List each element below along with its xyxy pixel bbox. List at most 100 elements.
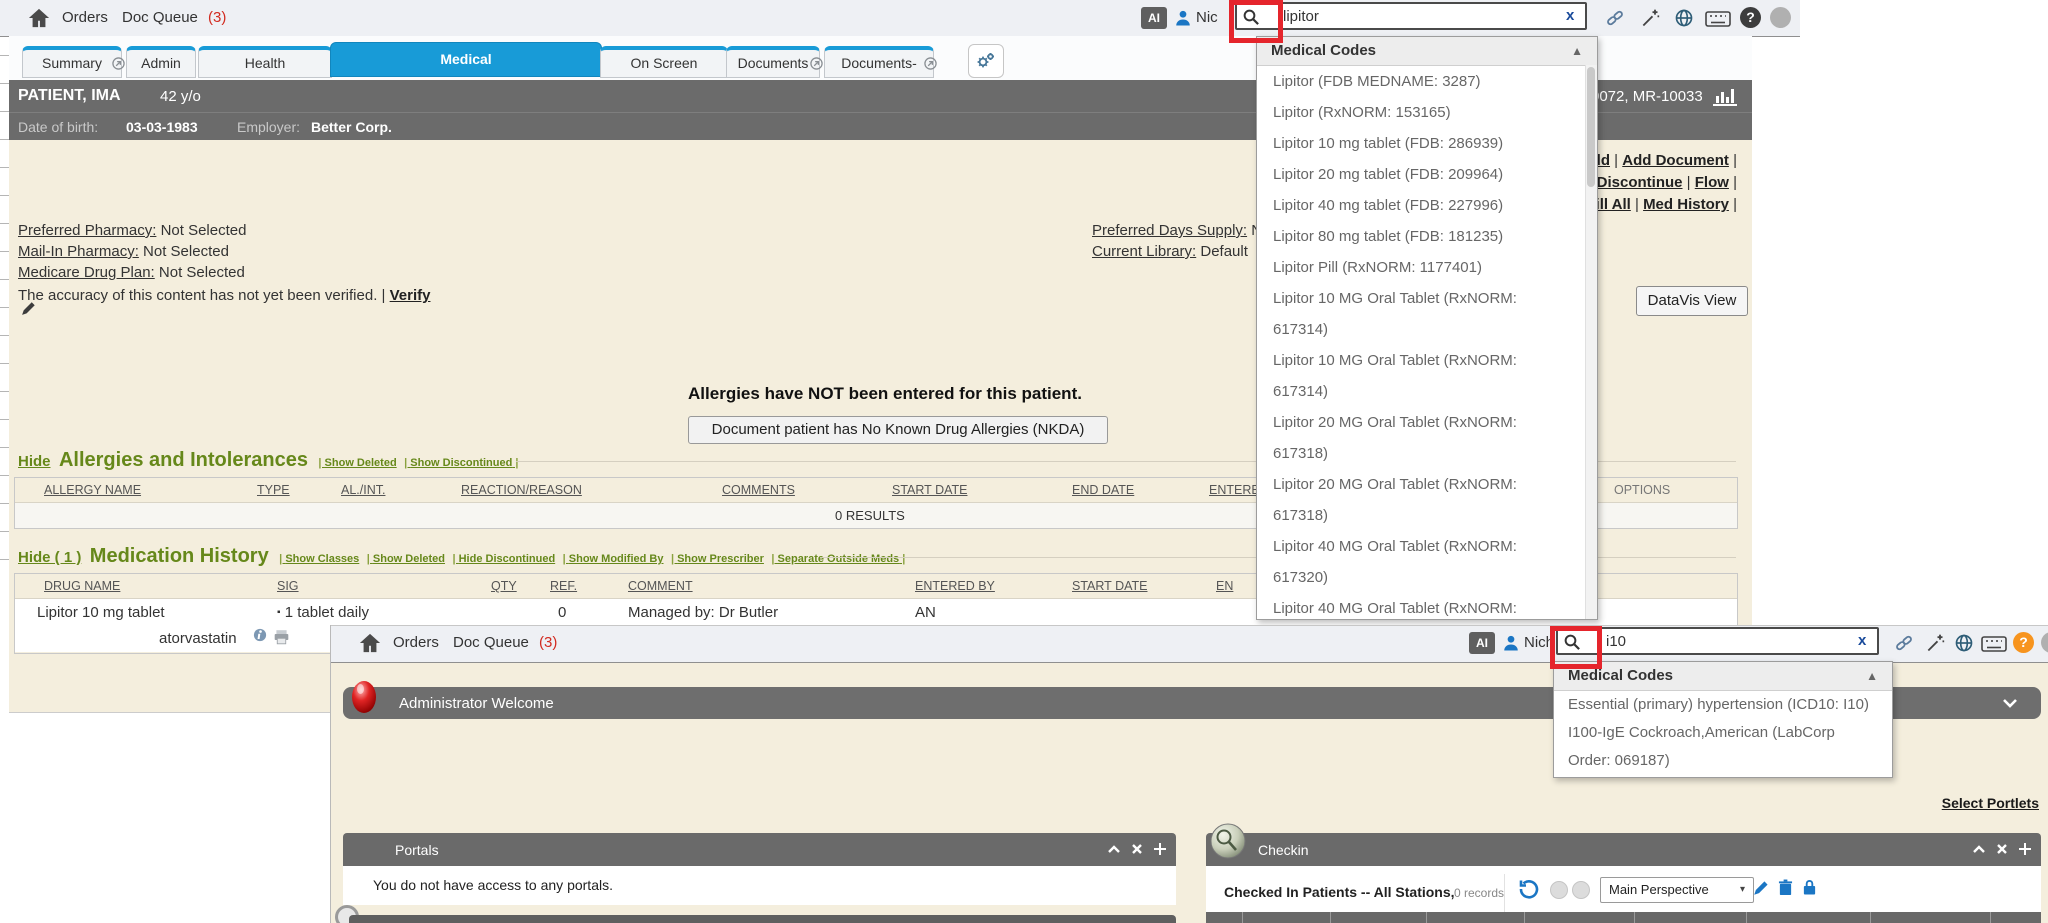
nav-doc-queue[interactable]: Doc Queue xyxy=(122,9,198,26)
tab-health-surveillance[interactable]: Health Surveillance xyxy=(198,46,332,78)
show-classes-link[interactable]: Show Classes xyxy=(279,553,359,565)
dropdown-header[interactable]: Medical Codes▲ xyxy=(1554,662,1892,691)
dropdown-item[interactable]: Essential (primary) hypertension (ICD10:… xyxy=(1554,691,1892,719)
tab-documents[interactable]: Documents xyxy=(726,46,820,78)
col-end-date-cut[interactable]: EN xyxy=(1216,579,1233,593)
perspective-select[interactable]: Main Perspective ▾ xyxy=(1600,877,1754,903)
verify-link[interactable]: Verify xyxy=(390,287,431,304)
dropdown-item[interactable]: Lipitor 10 mg tablet (FDB: 286939) xyxy=(1257,128,1583,159)
tab-settings-gear-button[interactable] xyxy=(968,44,1004,78)
col-comments[interactable]: COMMENTS xyxy=(722,483,795,497)
tab-summary[interactable]: Summary xyxy=(22,46,122,78)
edit-pencil-icon[interactable] xyxy=(1752,879,1770,897)
dropdown-item[interactable]: I100-IgE Cockroach,American (LabCorp Ord… xyxy=(1554,719,1892,777)
collapse-icon[interactable] xyxy=(1973,845,1985,853)
tab-admin[interactable]: Admin xyxy=(126,46,196,78)
col-start-date[interactable]: START DATE xyxy=(1072,579,1147,593)
trash-icon[interactable] xyxy=(1778,879,1793,896)
dropdown-item[interactable]: Lipitor 20 MG Oral Tablet (RxNORM: 61731… xyxy=(1257,469,1583,531)
home-icon[interactable] xyxy=(359,632,381,654)
help-icon[interactable]: ? xyxy=(1740,7,1761,28)
globe-icon[interactable] xyxy=(1954,633,1974,653)
select-portlets-link[interactable]: Select Portlets xyxy=(1942,795,2039,811)
home-icon[interactable] xyxy=(28,7,50,29)
lock-icon[interactable] xyxy=(1802,878,1817,895)
separate-outside-meds-link[interactable]: Separate Outside Meds xyxy=(771,553,905,565)
user-icon[interactable] xyxy=(1174,8,1192,28)
print-icon[interactable] xyxy=(273,629,290,645)
edit-pencil-icon[interactable] xyxy=(20,300,37,317)
keyboard-icon[interactable] xyxy=(1981,636,2007,652)
hide-discontinued-link[interactable]: Hide Discontinued xyxy=(452,553,555,565)
portals-portlet-header[interactable]: Portals xyxy=(343,833,1176,866)
help-icon[interactable]: ? xyxy=(2013,632,2034,653)
col-al-int[interactable]: AL./INT. xyxy=(341,483,385,497)
move-icon[interactable] xyxy=(1154,843,1166,855)
medicare-drug-plan-label[interactable]: Medicare Drug Plan: xyxy=(18,264,155,281)
dropdown-item[interactable]: Lipitor (RxNORM: 153165) xyxy=(1257,97,1583,128)
dropdown-item[interactable]: Lipitor 40 mg tablet (FDB: 227996) xyxy=(1257,190,1583,221)
collapse-triangle-icon[interactable]: ▲ xyxy=(1866,662,1878,690)
datavis-view-button[interactable]: DataVis View xyxy=(1636,286,1748,316)
link-icon[interactable] xyxy=(1604,8,1626,28)
col-qty[interactable]: QTY xyxy=(491,579,517,593)
show-modified-by-link[interactable]: Show Modified By xyxy=(563,553,664,565)
col-start-date[interactable]: START DATE xyxy=(892,483,967,497)
col-end-date[interactable]: END DATE xyxy=(1072,483,1134,497)
search-clear-icon[interactable]: x xyxy=(1566,7,1574,24)
dropdown-item[interactable]: Lipitor 10 MG Oral Tablet (RxNORM: 61731… xyxy=(1257,345,1583,407)
refresh-icon[interactable] xyxy=(1518,878,1540,900)
mail-in-pharmacy-label[interactable]: Mail-In Pharmacy: xyxy=(18,243,139,260)
dropdown-item[interactable]: Lipitor 40 MG Oral Tablet (RxNORM: 61732… xyxy=(1257,593,1583,620)
user-icon[interactable] xyxy=(1502,633,1520,653)
col-reaction[interactable]: REACTION/REASON xyxy=(461,483,582,497)
ai-badge[interactable]: AI xyxy=(1469,632,1495,654)
keyboard-icon[interactable] xyxy=(1705,11,1731,27)
collapse-triangle-icon[interactable]: ▲ xyxy=(1571,37,1583,65)
tab-documents-dv[interactable]: Documents-DV xyxy=(824,46,934,78)
show-deleted-link[interactable]: Show Deleted xyxy=(367,553,445,565)
col-ref[interactable]: REF. xyxy=(550,579,577,593)
col-comment[interactable]: COMMENT xyxy=(628,579,693,593)
dropdown-item[interactable]: Lipitor Pill (RxNORM: 1177401) xyxy=(1257,252,1583,283)
nav-doc-queue[interactable]: Doc Queue xyxy=(453,634,529,651)
search-input[interactable]: i10 xyxy=(1556,627,1879,655)
dropdown-item[interactable]: Lipitor 20 mg tablet (FDB: 209964) xyxy=(1257,159,1583,190)
tab-medical-record[interactable]: Medical Record:Allergies/Medications xyxy=(330,42,602,77)
col-allergy-name[interactable]: ALLERGY NAME xyxy=(44,483,141,497)
chart-icon[interactable] xyxy=(1712,85,1738,107)
close-icon[interactable] xyxy=(1997,844,2007,854)
globe-icon[interactable] xyxy=(1674,8,1694,28)
show-discontinued-link[interactable]: Show Discontinued xyxy=(404,457,518,469)
nkda-button[interactable]: Document patient has No Known Drug Aller… xyxy=(688,416,1108,444)
wand-icon[interactable] xyxy=(1640,8,1660,28)
chevron-down-icon[interactable] xyxy=(2003,699,2017,708)
medications-hide-link[interactable]: Hide ( 1 ) xyxy=(18,549,81,566)
dropdown-item[interactable]: Lipitor (FDB MEDNAME: 3287) xyxy=(1257,66,1583,97)
dropdown-scrollbar[interactable] xyxy=(1585,65,1597,619)
link-icon[interactable] xyxy=(1893,633,1915,653)
search-input[interactable]: lipitor xyxy=(1235,2,1587,30)
collapse-icon[interactable] xyxy=(1108,845,1120,853)
move-icon[interactable] xyxy=(2019,843,2031,855)
preferred-pharmacy-label[interactable]: Preferred Pharmacy: xyxy=(18,222,156,239)
info-icon[interactable] xyxy=(253,628,267,642)
col-type[interactable]: TYPE xyxy=(257,483,290,497)
dropdown-item[interactable]: Lipitor 80 mg tablet (FDB: 181235) xyxy=(1257,221,1583,252)
col-drug-name[interactable]: DRUG NAME xyxy=(44,579,120,593)
checkin-portlet-header[interactable]: Checkin xyxy=(1206,833,2041,866)
dropdown-item[interactable]: Lipitor 20 MG Oral Tablet (RxNORM: 61731… xyxy=(1257,407,1583,469)
wand-icon[interactable] xyxy=(1925,633,1945,653)
col-entered-by[interactable]: ENTERED BY xyxy=(915,579,995,593)
ai-badge[interactable]: AI xyxy=(1141,7,1167,29)
dropdown-header[interactable]: Medical Codes▲ xyxy=(1257,37,1597,66)
show-prescriber-link[interactable]: Show Prescriber xyxy=(671,553,764,565)
close-icon[interactable] xyxy=(1132,844,1142,854)
dropdown-item[interactable]: Lipitor 10 MG Oral Tablet (RxNORM: 61731… xyxy=(1257,283,1583,345)
tab-on-screen-forms[interactable]: On Screen Forms xyxy=(600,46,728,78)
search-clear-icon[interactable]: x xyxy=(1858,632,1866,649)
col-sig[interactable]: SIG xyxy=(277,579,299,593)
col-entered[interactable]: ENTERE xyxy=(1209,483,1260,497)
allergies-hide-link[interactable]: Hide xyxy=(18,453,51,470)
nav-orders[interactable]: Orders xyxy=(62,9,108,26)
